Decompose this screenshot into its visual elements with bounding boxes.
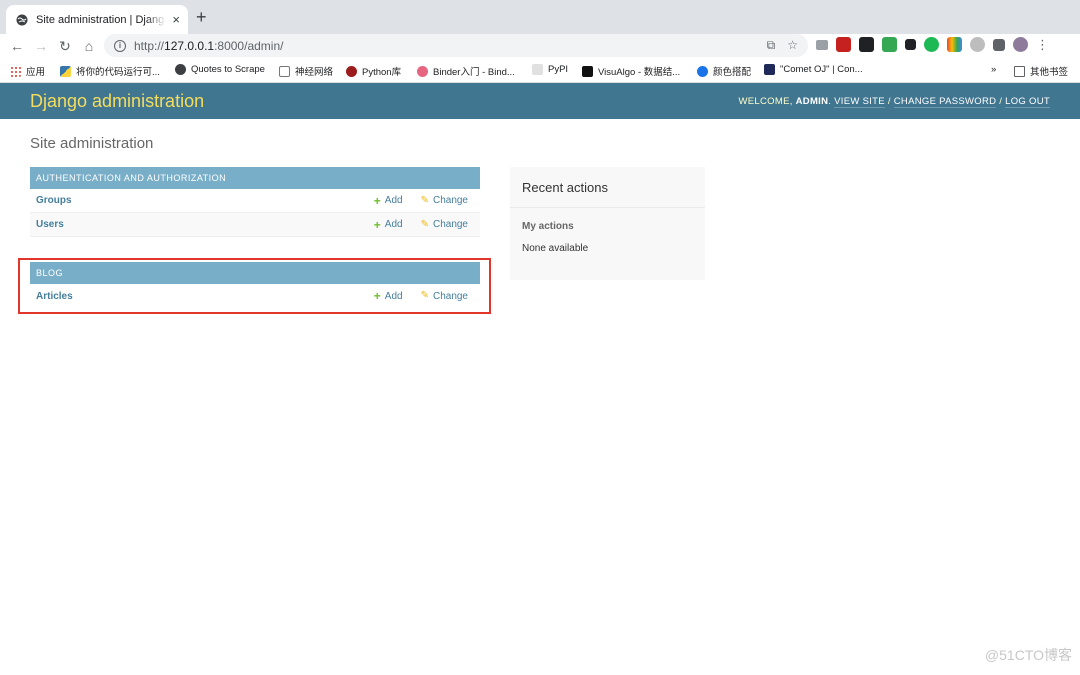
x-extension-icon[interactable] <box>905 39 916 50</box>
module-caption[interactable]: Authentication and Authorization <box>30 167 480 189</box>
site-branding[interactable]: Django administration <box>30 91 204 112</box>
add-icon: + <box>373 193 381 208</box>
settings-extension-icon[interactable] <box>970 37 985 52</box>
annotation-highlight-box <box>18 258 491 314</box>
log-out-link[interactable]: Log out <box>1005 96 1050 108</box>
url-text[interactable]: http://127.0.0.1:8000/admin/ <box>134 39 767 53</box>
bookmarks-bar: 应用 将你的代码运行可... Quotes to Scrape 神经网络 Pyt… <box>0 58 1080 83</box>
add-icon: + <box>373 217 381 232</box>
model-row-groups: Groups + Add ✎ Change <box>30 189 480 213</box>
bookmark-item[interactable]: Binder入门 - Bind... <box>417 64 515 78</box>
model-link-users[interactable]: Users <box>36 219 374 230</box>
profile-avatar-icon[interactable] <box>1013 37 1028 52</box>
browser-tab-strip: Site administration | Django site admin … <box>0 0 1080 34</box>
bookmark-item[interactable]: PyPI <box>532 64 568 75</box>
bookmarks-more-icon[interactable]: » <box>991 64 996 75</box>
home-icon[interactable]: ⌂ <box>80 37 98 55</box>
bookmark-item[interactable]: "Comet OJ" | Con... <box>764 64 863 75</box>
my-actions-heading: My actions <box>522 221 574 232</box>
python-icon <box>60 65 71 77</box>
user-tools: Welcome, admin. View site / Change passw… <box>738 96 1050 108</box>
new-tab-icon[interactable]: + <box>196 8 207 26</box>
globe-icon <box>16 14 28 25</box>
page-title: Site administration <box>30 135 154 152</box>
bookmark-item[interactable]: Quotes to Scrape <box>175 64 265 75</box>
site-info-icon[interactable]: i <box>114 39 126 52</box>
address-bar[interactable]: i http://127.0.0.1:8000/admin/ ⧉ ☆ <box>104 34 808 57</box>
model-row-users: Users + Add ✎ Change <box>30 213 480 237</box>
pencil-icon: ✎ <box>420 218 429 230</box>
folder-icon <box>1014 65 1025 77</box>
other-bookmarks-folder[interactable]: 其他书签 <box>1014 64 1068 78</box>
bookmark-item[interactable]: 将你的代码运行可... <box>60 64 160 78</box>
tampermonkey-extension-icon[interactable] <box>859 37 874 52</box>
visualgo-icon <box>582 65 593 77</box>
change-groups-button[interactable]: ✎ Change <box>421 195 468 206</box>
pencil-icon: ✎ <box>420 194 429 206</box>
comet-oj-icon <box>764 64 775 75</box>
tab-title: Site administration | Django site admin <box>36 13 166 26</box>
recent-actions-panel: Recent actions My actions None available <box>510 167 705 280</box>
recent-actions-empty: None available <box>522 243 589 254</box>
color-picker-extension-icon[interactable] <box>947 37 962 52</box>
screenshot-extension-icon[interactable] <box>836 37 851 52</box>
recent-actions-title: Recent actions <box>510 167 705 208</box>
watermark: @51CTO博客 <box>984 647 1072 663</box>
bookmark-item[interactable]: Python库 <box>346 64 401 78</box>
bookmark-item[interactable]: 神经网络 <box>279 64 333 78</box>
bookmark-item[interactable]: 颜色搭配 <box>697 64 751 78</box>
binder-icon <box>417 65 428 77</box>
username: admin <box>795 96 829 107</box>
model-link-groups[interactable]: Groups <box>36 195 374 206</box>
puzzle-extensions-icon[interactable] <box>993 38 1005 51</box>
color-c-icon <box>697 65 708 77</box>
view-site-link[interactable]: View site <box>834 96 885 108</box>
change-users-button[interactable]: ✎ Change <box>421 219 468 230</box>
pypi-icon <box>532 64 543 75</box>
close-tab-icon[interactable]: × <box>172 13 180 26</box>
python-lib-icon <box>346 65 357 77</box>
reload-icon[interactable]: ↻ <box>56 37 74 55</box>
add-users-button[interactable]: + Add <box>374 219 403 231</box>
add-groups-button[interactable]: + Add <box>374 195 403 207</box>
menu-kebab-icon[interactable]: ⋮ <box>1036 38 1049 51</box>
camera-extension-icon[interactable] <box>816 39 828 50</box>
change-password-link[interactable]: Change password <box>893 96 997 108</box>
bookmark-star-icon[interactable]: ☆ <box>787 38 798 53</box>
globe-icon <box>175 64 186 75</box>
grid-image-icon <box>279 65 290 77</box>
django-header: Django administration Welcome, admin. Vi… <box>0 83 1080 119</box>
bookmark-item[interactable]: 应用 <box>10 64 45 78</box>
green-n-extension-icon[interactable] <box>924 37 939 52</box>
translate-icon[interactable]: ⧉ <box>767 38 776 53</box>
app-module-auth: Authentication and Authorization Groups … <box>30 167 480 237</box>
browser-tab-active[interactable]: Site administration | Django site admin … <box>6 5 188 34</box>
proxy-on-extension-icon[interactable] <box>882 37 897 52</box>
forward-icon[interactable]: → <box>32 37 50 55</box>
back-icon[interactable]: ← <box>8 37 26 55</box>
extensions-area: ⋮ <box>816 37 1049 52</box>
browser-toolbar: ← → ↻ ⌂ i http://127.0.0.1:8000/admin/ ⧉… <box>0 34 1080 58</box>
bookmark-item[interactable]: VisuAlgo - 数据结... <box>582 64 680 78</box>
apps-grid-icon <box>10 65 21 77</box>
